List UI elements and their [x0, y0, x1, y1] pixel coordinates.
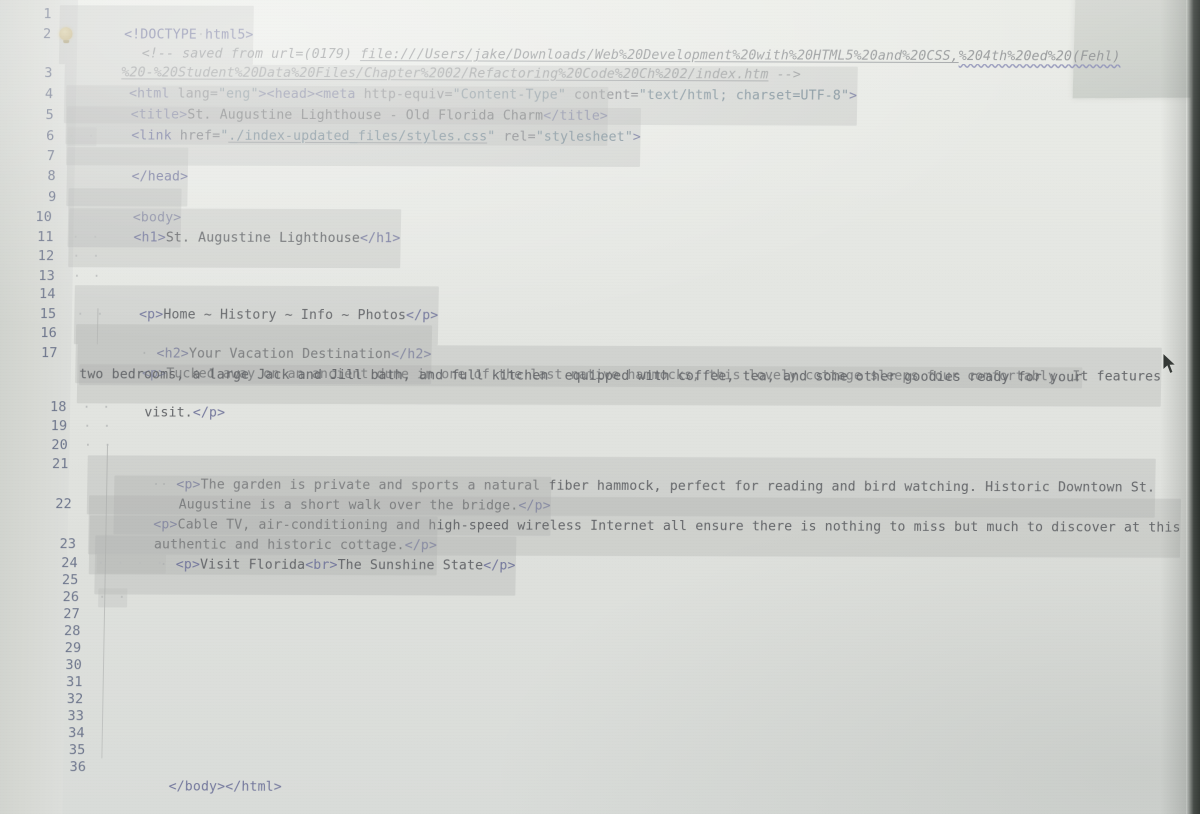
line-number: 7 [46, 148, 56, 165]
whitespace-marker: · · [72, 249, 103, 265]
monitor-bezel-right [1186, 0, 1200, 814]
line-number: 13 [38, 268, 56, 285]
line-number: 20 [51, 437, 69, 454]
line-number: 36 [69, 759, 87, 776]
line-number: 12 [37, 248, 55, 265]
screen-right-falloff [1160, 0, 1186, 814]
code-editor-surface[interactable]: 1 <!DOCTYPE·html5> 2 <!-- saved from url… [0, 0, 1200, 814]
line-number: 19 [50, 418, 68, 435]
line-number: 6 [46, 128, 55, 145]
whitespace-marker: · · [72, 269, 103, 285]
whitespace-marker: · · [83, 438, 114, 454]
whitespace-marker: · · [67, 127, 98, 147]
line-number: 18 [49, 399, 67, 416]
whitespace-marker: · · [76, 307, 106, 323]
line-number: 3 [44, 65, 53, 82]
line-number: 9 [47, 189, 57, 206]
whitespace-marker: · · [82, 400, 113, 416]
whitespace-marker: · · [71, 230, 102, 246]
line-number: 23 [59, 536, 77, 553]
line-number: 1 [43, 6, 52, 23]
line-number: 5 [45, 107, 55, 124]
line-number: 8 [47, 168, 56, 185]
line-number: 10 [35, 209, 53, 226]
whitespace-marker: · · [83, 419, 113, 435]
line-number: 17 [40, 345, 58, 362]
line-number: 11 [36, 229, 54, 246]
line-number: 2 [42, 26, 52, 43]
photograph-of-screen: 1 <!DOCTYPE·html5> 2 <!-- saved from url… [0, 0, 1200, 814]
line-number: 16 [40, 325, 58, 342]
code-line-36[interactable]: </body></html> [103, 758, 282, 814]
line-number: 22 [55, 496, 73, 513]
line-number: 4 [44, 86, 54, 103]
line-number: 15 [39, 306, 57, 323]
line-number: 14 [38, 286, 56, 303]
line-number: 21 [51, 456, 69, 473]
token-body-html-close: </body></html> [168, 779, 282, 795]
